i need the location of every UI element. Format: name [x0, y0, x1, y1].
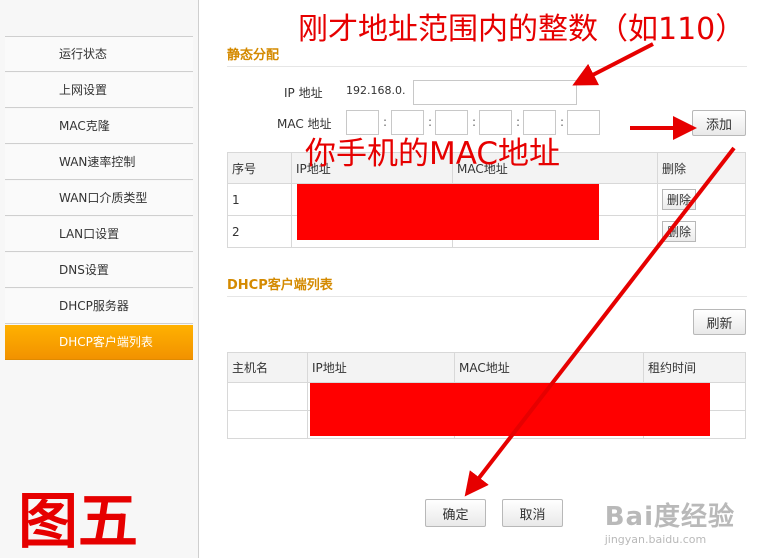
sidebar-item-status[interactable]: 运行状态: [5, 37, 193, 72]
figure-label: 图五: [18, 487, 138, 557]
ip-annotation: 刚才地址范围内的整数（如110）: [298, 12, 746, 47]
redaction-block: [297, 184, 599, 240]
static-alloc-title: 静态分配: [227, 48, 280, 63]
dhcp-list-title: DHCP客户端列表: [227, 278, 333, 293]
mac-separator: :: [472, 115, 477, 129]
refresh-button[interactable]: 刷新: [693, 309, 746, 335]
mac-separator: :: [383, 115, 388, 129]
delete-button[interactable]: 删除: [662, 221, 697, 242]
watermark: Bai度经验 jingyan.baidu.com: [605, 496, 735, 546]
sidebar-item-dns[interactable]: DNS设置: [5, 253, 193, 288]
watermark-brand: Bai度经验: [604, 502, 735, 532]
ip-last-octet-input[interactable]: [413, 80, 577, 105]
watermark-url: jingyan.baidu.com: [604, 533, 707, 546]
sidebar-item-dhcp-clients[interactable]: DHCP客户端列表: [5, 325, 193, 360]
row-index: 2: [227, 215, 292, 248]
add-button[interactable]: 添加: [692, 110, 746, 136]
sidebar-item-dhcp-server[interactable]: DHCP服务器: [5, 289, 193, 324]
row-index: 1: [227, 183, 292, 216]
ip-label: IP 地址: [284, 86, 323, 100]
ip-prefix: 192.168.0.: [346, 84, 406, 97]
column-header: IP地址: [307, 352, 455, 383]
redaction-block: [310, 383, 710, 436]
table-header-row: 主机名 IP地址 MAC地址 租约时间: [227, 352, 746, 383]
sidebar-item-internet[interactable]: 上网设置: [5, 73, 193, 108]
arrow-to-ip-input: [572, 42, 654, 86]
sidebar-item-mac-clone[interactable]: MAC克隆: [5, 109, 193, 144]
mac-annotation: 你手机的MAC地址: [305, 136, 561, 172]
column-header: 租约时间: [643, 352, 746, 383]
section-divider: [227, 66, 747, 67]
cancel-button[interactable]: 取消: [502, 499, 563, 527]
sidebar-item-wan-rate[interactable]: WAN速率控制: [5, 145, 193, 180]
column-header: MAC地址: [454, 352, 644, 383]
sidebar-item-wan-media[interactable]: WAN口介质类型: [5, 181, 193, 216]
confirm-button[interactable]: 确定: [425, 499, 486, 527]
delete-button[interactable]: 删除: [662, 189, 697, 210]
column-header: 序号: [227, 152, 292, 184]
row-delete-cell: 删除: [657, 183, 746, 216]
column-header: 主机名: [227, 352, 308, 383]
mac-separator: :: [428, 115, 433, 129]
mac-octet-6-input[interactable]: [567, 110, 600, 135]
section-divider: [227, 296, 747, 297]
mac-separator: :: [516, 115, 521, 129]
mac-separator: :: [560, 115, 565, 129]
row-delete-cell: 删除: [657, 215, 746, 248]
sidebar-item-lan[interactable]: LAN口设置: [5, 217, 193, 252]
column-header: 删除: [657, 152, 746, 184]
